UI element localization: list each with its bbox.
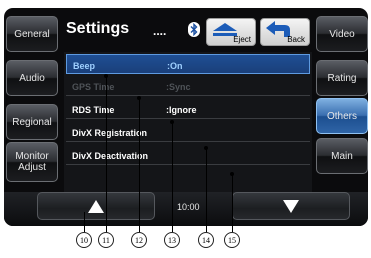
sidebar-item-label: Audio <box>19 72 45 84</box>
callout-dot <box>137 96 141 100</box>
callout-number: 15 <box>224 232 240 248</box>
sidebar-item-main[interactable]: Main <box>316 138 368 174</box>
setting-label: GPS Time <box>72 82 115 92</box>
setting-value: :On <box>167 61 183 71</box>
callout-number: 14 <box>198 232 214 248</box>
setting-label: DivX Registration <box>72 128 148 138</box>
sidebar-item-monitor-adjust[interactable]: Monitor Adjust <box>6 142 58 182</box>
callout-leader <box>106 76 107 232</box>
list-item-beep[interactable]: Beep :On <box>66 54 310 74</box>
callout-leader <box>84 212 85 232</box>
callout-number: 12 <box>131 232 147 248</box>
sidebar-item-audio[interactable]: Audio <box>6 60 58 96</box>
callout-number: 11 <box>98 232 114 248</box>
setting-label: Beep <box>73 61 96 71</box>
page-title: Settings <box>66 20 130 37</box>
callout-number: 10 <box>76 232 92 248</box>
eject-button[interactable]: Eject <box>206 18 256 46</box>
list-item-divx-registration[interactable]: DivX Registration <box>66 122 310 142</box>
callout-leader <box>172 122 173 232</box>
scroll-down-button[interactable] <box>232 192 350 220</box>
sidebar-item-label: Main <box>331 150 353 162</box>
callout-number: 13 <box>164 232 180 248</box>
back-label: Back <box>287 35 305 44</box>
head-unit-screen: General Audio Regional Monitor Adjust Vi… <box>4 8 368 226</box>
sidebar-item-label: Video <box>329 28 355 40</box>
sidebar-item-regional[interactable]: Regional <box>6 104 58 140</box>
callout-dot <box>230 172 234 176</box>
title-ellipsis: .... <box>153 24 167 38</box>
sidebar-item-label: Monitor Adjust <box>15 151 49 173</box>
setting-value: :Sync <box>166 82 191 92</box>
sidebar-item-label: General <box>14 28 50 40</box>
callout-leader <box>232 174 233 232</box>
setting-value: :Ignore <box>166 105 197 115</box>
back-button[interactable]: Back <box>260 18 310 46</box>
sidebar-item-label: Regional <box>12 116 52 128</box>
scroll-up-button[interactable] <box>37 192 155 220</box>
callout-leader <box>139 98 140 232</box>
triangle-down-icon <box>283 200 299 213</box>
sidebar-item-general[interactable]: General <box>6 16 58 52</box>
setting-label: DivX Deactivation <box>72 151 149 161</box>
sidebar-item-video[interactable]: Video <box>316 16 368 52</box>
settings-list: Beep :On GPS Time :Sync RDS Time :Ignore… <box>64 52 312 192</box>
eject-label: Eject <box>233 35 251 44</box>
sidebar-item-rating[interactable]: Rating <box>316 60 368 96</box>
bottom-bar: 10:00 <box>4 192 368 226</box>
sidebar-item-others[interactable]: Others <box>316 98 368 134</box>
callout-dot <box>204 146 208 150</box>
sidebar-item-label: Others <box>326 110 357 122</box>
sidebar-item-label: Rating <box>327 72 357 84</box>
triangle-up-icon <box>88 200 104 213</box>
setting-label: RDS Time <box>72 105 115 115</box>
callout-dot <box>170 120 174 124</box>
bluetooth-icon <box>188 22 200 37</box>
list-item-rds-time[interactable]: RDS Time :Ignore <box>66 99 310 119</box>
clock: 10:00 <box>177 202 200 212</box>
list-item-divx-deactivation[interactable]: DivX Deactivation <box>66 145 310 165</box>
callout-dot <box>104 74 108 78</box>
callout-leader <box>206 148 207 232</box>
list-item-gps-time[interactable]: GPS Time :Sync <box>66 76 310 96</box>
